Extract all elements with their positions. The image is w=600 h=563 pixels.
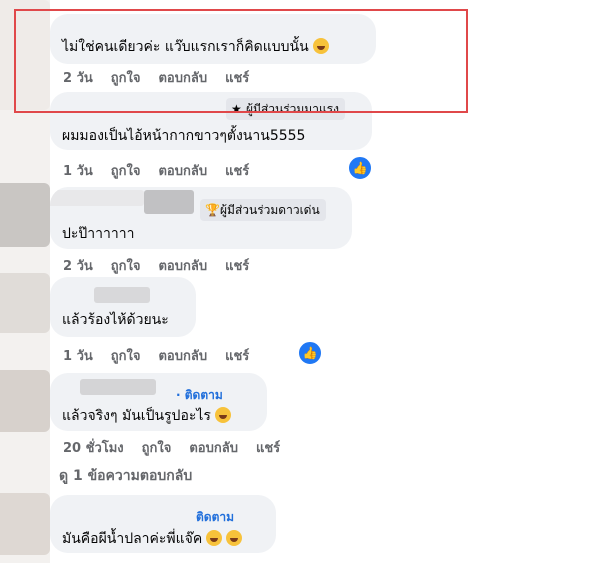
timestamp[interactable]: 20 ชั่วโมง [63,441,124,456]
share-button[interactable]: แชร์ [225,349,249,364]
timestamp[interactable]: 1 วัน [63,349,93,364]
comment-bubble: แล้วร้องไห้ด้วยนะ [50,277,196,337]
comment-bubble: · ติดตาม แล้วจริงๆ มันเป็นรูปอะไร [50,373,267,431]
like-button[interactable]: ถูกใจ [111,349,141,364]
commenter-name[interactable] [94,287,150,303]
reply-button[interactable]: ตอบกลับ [158,259,207,274]
avatar[interactable] [0,183,50,247]
commenter-name[interactable] [50,190,144,206]
comment-bubble: ติดตาม มันคือผีน้ำปลาค่ะพี่แจ๊ค [50,495,276,553]
comment-text: แล้วร้องไห้ด้วยนะ [62,312,169,328]
like-reaction-icon[interactable]: 👍 [347,155,373,181]
reply-button[interactable]: ตอบกลับ [189,441,238,456]
trophy-icon: 🏆 [205,203,220,217]
follow-link[interactable]: · ติดตาม [176,386,223,405]
share-button[interactable]: แชร์ [256,441,280,456]
reply-button[interactable]: ตอบกลับ [158,164,207,179]
follow-link[interactable]: ติดตาม [196,508,234,527]
like-reaction-icon[interactable]: 👍 [297,340,323,366]
like-button[interactable]: ถูกใจ [111,164,141,179]
contributor-badge: 🏆 ผู้มีส่วนร่วมดาวเด่น [200,199,326,221]
comment-actions: 1 วัน ถูกใจ ตอบกลับ แชร์ [63,345,267,366]
comment-actions: 2 วัน ถูกใจ ตอบกลับ แชร์ [63,255,267,276]
comment-text: แล้วจริงๆ มันเป็นรูปอะไร [62,405,231,427]
timestamp[interactable]: 1 วัน [63,164,93,179]
commenter-name[interactable] [144,190,194,214]
reply-button[interactable]: ตอบกลับ [158,349,207,364]
timestamp[interactable]: 2 วัน [63,259,93,274]
comment-bubble: 🏆 ผู้มีส่วนร่วมดาวเด่น ปะป๊าาาาาา [50,187,352,249]
commenter-name[interactable] [80,379,156,395]
like-button[interactable]: ถูกใจ [111,259,141,274]
avatar[interactable] [0,493,50,555]
comment-text: ผมมองเป็นไอ้หน้ากากขาวๆตั้งนาน5555 [62,128,306,144]
like-button[interactable]: ถูกใจ [142,441,172,456]
laughing-emoji-icon [214,407,231,423]
avatar[interactable] [0,273,50,333]
view-replies-link[interactable]: ดู 1 ข้อความตอบกลับ [59,465,192,487]
comment-actions: 1 วัน ถูกใจ ตอบกลับ แชร์ [63,160,267,181]
share-button[interactable]: แชร์ [225,259,249,274]
comment-actions: 20 ชั่วโมง ถูกใจ ตอบกลับ แชร์ [63,437,298,458]
laughing-emoji-icon [226,530,243,546]
highlight-box [14,9,468,113]
comment-text: ปะป๊าาาาาา [62,226,135,242]
laughing-emoji-icon [206,530,223,546]
comment-text: มันคือผีน้ำปลาค่ะพี่แจ๊ค [62,528,243,550]
share-button[interactable]: แชร์ [225,164,249,179]
avatar[interactable] [0,370,50,432]
